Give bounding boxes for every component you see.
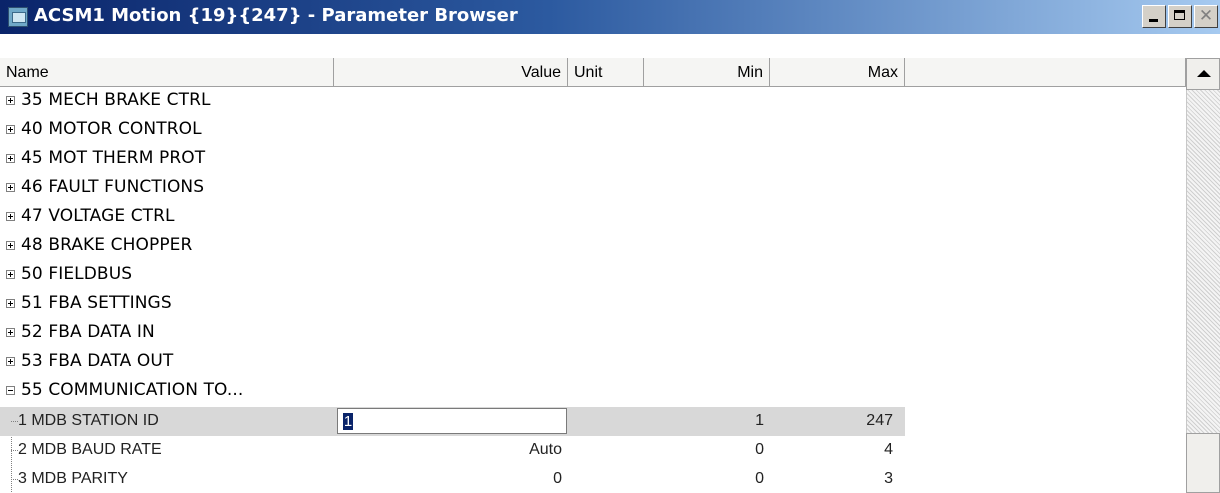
column-header-max[interactable]: Max [770, 58, 905, 87]
expand-icon[interactable] [6, 299, 15, 308]
parameter-max-cell: 4 [770, 436, 893, 465]
tree-group-row[interactable]: 53 FBA DATA OUT [0, 349, 1186, 378]
parameter-min-cell: 0 [644, 436, 764, 465]
expand-icon[interactable] [6, 241, 15, 250]
maximize-button[interactable] [1168, 5, 1192, 28]
parameter-max-text: 247 [866, 412, 893, 429]
tree-connector-line [11, 421, 18, 422]
scrollbar-thumb[interactable] [1186, 433, 1220, 493]
tree-group-label: 55 COMMUNICATION TO... [21, 380, 244, 400]
tree-group-label: 45 MOT THERM PROT [21, 148, 206, 168]
parameter-min-text: 0 [755, 441, 764, 458]
tree-group-row[interactable]: 47 VOLTAGE CTRL [0, 204, 1186, 233]
expand-icon[interactable] [6, 154, 15, 163]
parameter-row[interactable]: 3 MDB PARITY 0 0 3 [0, 465, 1186, 493]
expand-icon[interactable] [6, 125, 15, 134]
parameter-min-cell: 0 [644, 465, 764, 493]
parameter-value-text: 0 [553, 470, 562, 487]
scroll-up-arrow-icon[interactable] [1186, 58, 1220, 90]
parameter-min-cell: 1 [644, 407, 764, 436]
tree-group-label: 53 FBA DATA OUT [21, 351, 174, 371]
tree-group-label: 40 MOTOR CONTROL [21, 119, 202, 139]
collapse-icon[interactable] [6, 386, 15, 395]
parameter-min-text: 1 [755, 412, 764, 429]
tree-group-row[interactable]: 51 FBA SETTINGS [0, 291, 1186, 320]
minimize-button[interactable] [1142, 5, 1166, 28]
column-header-value[interactable]: Value [334, 58, 568, 87]
tree-group-row[interactable]: 52 FBA DATA IN [0, 320, 1186, 349]
parameter-value-input[interactable]: 1 [337, 408, 567, 434]
tree-group-row[interactable]: 45 MOT THERM PROT [0, 146, 1186, 175]
tree-group-label: 35 MECH BRAKE CTRL [21, 90, 211, 110]
vertical-scrollbar[interactable] [1186, 58, 1220, 493]
window-title: ACSM1 Motion {19}{247} - Parameter Brows… [34, 5, 518, 26]
tree-group-label: 50 FIELDBUS [21, 264, 133, 284]
parameter-value-text: 1 [343, 413, 353, 430]
parameter-row[interactable]: 1 MDB STATION ID 1 1 247 [0, 407, 1186, 436]
expand-icon[interactable] [6, 212, 15, 221]
tree-group-label: 48 BRAKE CHOPPER [21, 235, 193, 255]
expand-icon[interactable] [6, 357, 15, 366]
tree-group-label: 46 FAULT FUNCTIONS [21, 177, 205, 197]
parameter-max-text: 4 [884, 441, 893, 458]
column-header-unit[interactable]: Unit [568, 58, 644, 87]
app-icon [8, 7, 28, 27]
parameter-row[interactable]: 2 MDB BAUD RATE Auto 0 4 [0, 436, 1186, 465]
parameter-min-text: 0 [755, 470, 764, 487]
parameter-name: 1 MDB STATION ID [18, 412, 159, 429]
parameter-unit-cell [568, 407, 644, 436]
tree-group-row[interactable]: 48 BRAKE CHOPPER [0, 233, 1186, 262]
window-controls: ✕ [1142, 5, 1218, 29]
expand-icon[interactable] [6, 328, 15, 337]
tree-group-row[interactable]: 35 MECH BRAKE CTRL [0, 88, 1186, 117]
tree-connector-line [11, 450, 18, 451]
tree-connector-line [11, 479, 18, 480]
parameter-value-text: Auto [529, 441, 562, 458]
expand-icon[interactable] [6, 96, 15, 105]
parameter-browser-window: ACSM1 Motion {19}{247} - Parameter Brows… [0, 0, 1220, 493]
expand-icon[interactable] [6, 270, 15, 279]
tree-group-label: 47 VOLTAGE CTRL [21, 206, 175, 226]
close-button[interactable]: ✕ [1194, 5, 1218, 28]
tree-group-row[interactable]: 46 FAULT FUNCTIONS [0, 175, 1186, 204]
parameter-max-cell: 3 [770, 465, 893, 493]
column-header-filler [905, 58, 1186, 87]
tree-group-row[interactable]: 40 MOTOR CONTROL [0, 117, 1186, 146]
parameter-max-text: 3 [884, 470, 893, 487]
title-bar[interactable]: ACSM1 Motion {19}{247} - Parameter Brows… [0, 0, 1220, 34]
parameter-max-cell: 247 [770, 407, 893, 436]
parameter-value-cell[interactable]: Auto [334, 436, 562, 465]
parameter-value-cell[interactable]: 0 [334, 465, 562, 493]
expand-icon[interactable] [6, 183, 15, 192]
tree-group-row[interactable]: 50 FIELDBUS [0, 262, 1186, 291]
tree-group-row[interactable]: 55 COMMUNICATION TO... [0, 378, 1186, 407]
column-header-name[interactable]: Name [0, 58, 334, 87]
parameter-unit-cell [568, 436, 644, 465]
parameter-name: 3 MDB PARITY [18, 470, 128, 487]
tree-group-label: 51 FBA SETTINGS [21, 293, 172, 313]
parameter-unit-cell [568, 465, 644, 493]
column-header-min[interactable]: Min [644, 58, 770, 87]
parameter-name: 2 MDB BAUD RATE [18, 441, 162, 458]
tree-group-label: 52 FBA DATA IN [21, 322, 155, 342]
